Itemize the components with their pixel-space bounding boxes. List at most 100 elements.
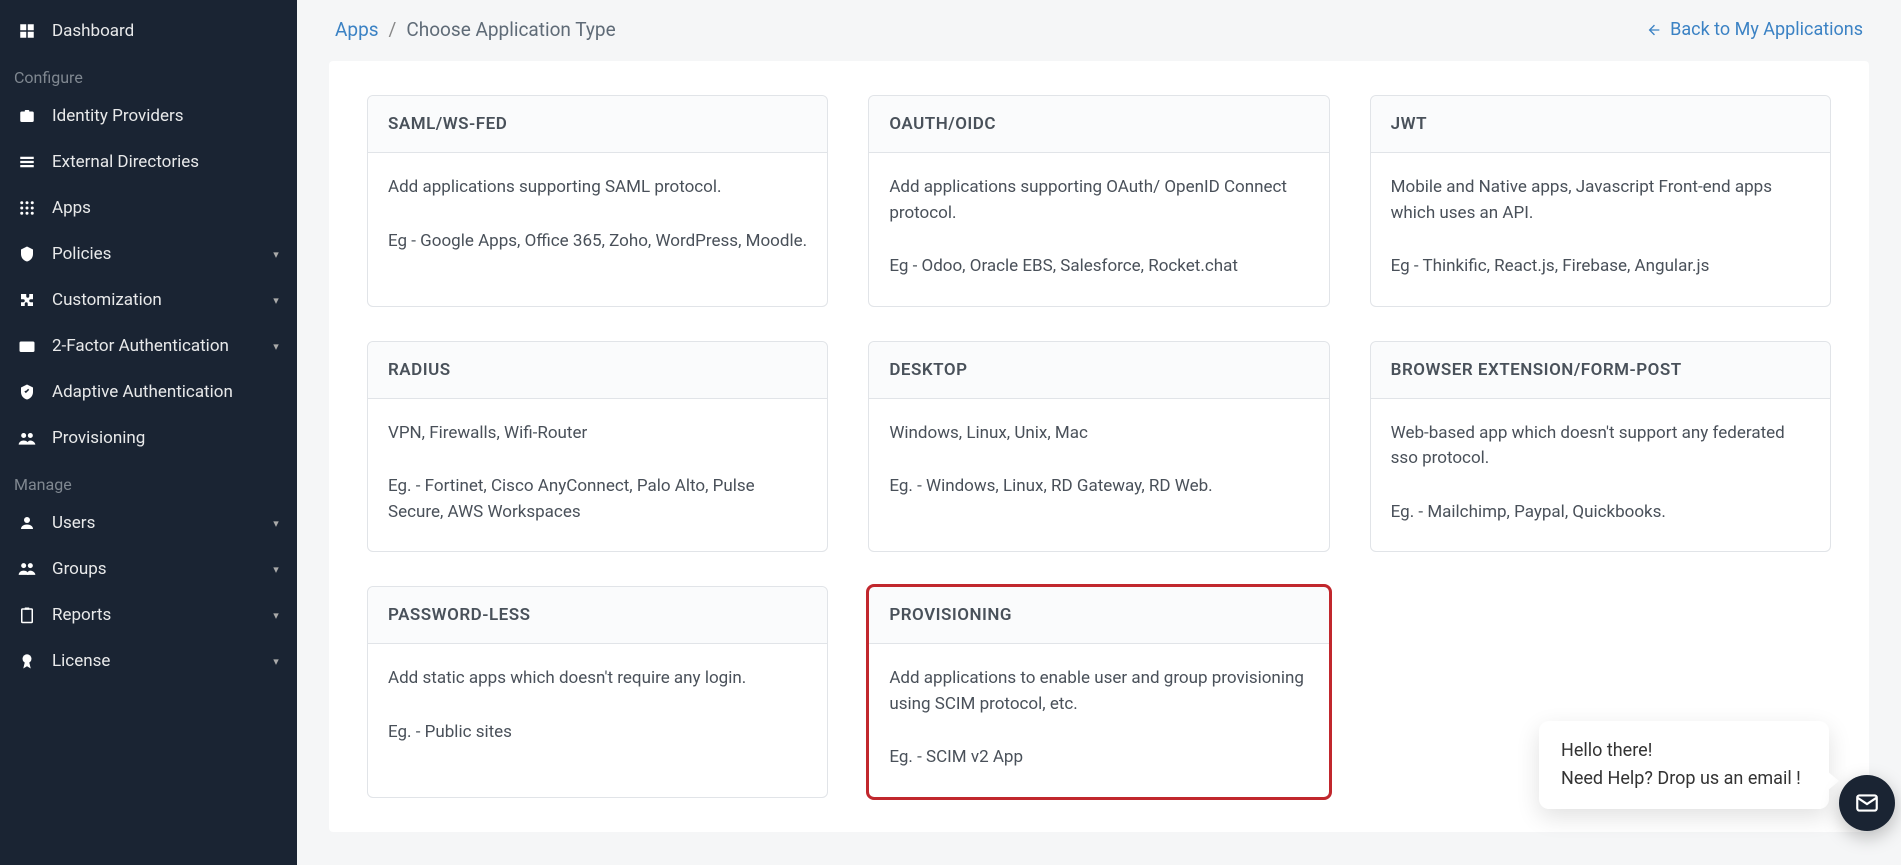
sidebar-item-label: Adaptive Authentication [52,382,283,402]
list-icon [14,151,40,173]
topbar: Apps / Choose Application Type Back to M… [329,0,1869,61]
chat-line-2: Need Help? Drop us an email ! [1561,765,1807,793]
card-desc: VPN, Firewalls, Wifi-Router [388,421,807,447]
chevron-down-icon: ▾ [269,294,283,307]
dashboard-icon [14,20,40,42]
sidebar-item-label: Groups [52,559,269,579]
breadcrumb-separator: / [389,18,397,41]
sidebar-item-identity-providers[interactable]: Identity Providers [0,93,297,139]
sidebar-item-2fa[interactable]: 2-Factor Authentication ▾ [0,323,297,369]
sidebar-item-label: 2-Factor Authentication [52,336,269,356]
card-body: Web-based app which doesn't support any … [1371,399,1830,552]
card-body: Add static apps which doesn't require an… [368,644,827,771]
sidebar-item-label: External Directories [52,152,283,172]
sync-users-icon [14,427,40,449]
chat-button[interactable] [1839,775,1895,831]
sidebar-item-label: License [52,651,269,671]
chat-line-1: Hello there! [1561,737,1807,765]
badge-123-icon [14,335,40,357]
card-desc: Add static apps which doesn't require an… [388,666,807,692]
card-header: JWT [1371,96,1830,153]
sidebar-item-license[interactable]: License ▾ [0,638,297,684]
sidebar-item-label: Policies [52,244,269,264]
card-oauth-oidc[interactable]: OAUTH/OIDC Add applications supporting O… [868,95,1329,307]
chevron-down-icon: ▾ [269,609,283,622]
card-provisioning[interactable]: PROVISIONING Add applications to enable … [868,586,1329,798]
card-title: DESKTOP [889,360,1308,380]
shield-icon [14,243,40,265]
card-header: PROVISIONING [869,587,1328,644]
sidebar-item-adaptive-auth[interactable]: Adaptive Authentication [0,369,297,415]
card-header: SAML/WS-FED [368,96,827,153]
card-title: SAML/WS-FED [388,114,807,134]
sidebar-item-external-directories[interactable]: External Directories [0,139,297,185]
card-example: Eg. - Windows, Linux, RD Gateway, RD Web… [889,474,1308,500]
sidebar-item-groups[interactable]: Groups ▾ [0,546,297,592]
content-panel: SAML/WS-FED Add applications supporting … [329,61,1869,832]
sidebar-item-users[interactable]: Users ▾ [0,500,297,546]
card-title: OAUTH/OIDC [889,114,1308,134]
arrow-left-icon [1646,22,1662,38]
sidebar-item-label: Dashboard [52,21,283,41]
shield-check-icon [14,381,40,403]
card-jwt[interactable]: JWT Mobile and Native apps, Javascript F… [1370,95,1831,307]
mail-icon [1854,790,1880,816]
sidebar-item-provisioning[interactable]: Provisioning [0,415,297,461]
card-title: PASSWORD-LESS [388,605,807,625]
sidebar-section-configure: Configure [0,54,297,93]
app-type-cards: SAML/WS-FED Add applications supporting … [367,95,1831,798]
card-body: Windows, Linux, Unix, Mac Eg. - Windows,… [869,399,1328,526]
apps-grid-icon [14,197,40,219]
puzzle-icon [14,289,40,311]
clipboard-icon [14,604,40,626]
card-example: Eg - Thinkific, React.js, Firebase, Angu… [1391,254,1810,280]
chat-tooltip: Hello there! Need Help? Drop us an email… [1539,721,1829,809]
card-radius[interactable]: RADIUS VPN, Firewalls, Wifi-Router Eg. -… [367,341,828,553]
award-icon [14,650,40,672]
sidebar-item-reports[interactable]: Reports ▾ [0,592,297,638]
card-desc: Mobile and Native apps, Javascript Front… [1391,175,1810,226]
chevron-down-icon: ▾ [269,340,283,353]
sidebar-item-dashboard[interactable]: Dashboard [0,8,297,54]
chevron-down-icon: ▾ [269,248,283,261]
card-header: RADIUS [368,342,827,399]
card-body: Add applications to enable user and grou… [869,644,1328,797]
card-example: Eg. - Fortinet, Cisco AnyConnect, Palo A… [388,474,807,525]
card-desc: Add applications to enable user and grou… [889,666,1308,717]
chevron-down-icon: ▾ [269,517,283,530]
card-desc: Add applications supporting SAML protoco… [388,175,807,201]
sidebar-item-label: Users [52,513,269,533]
card-title: JWT [1391,114,1810,134]
card-title: RADIUS [388,360,807,380]
breadcrumb-current: Choose Application Type [406,18,615,41]
card-header: PASSWORD-LESS [368,587,827,644]
breadcrumb-apps-link[interactable]: Apps [335,18,379,41]
card-example: Eg. - SCIM v2 App [889,745,1308,771]
user-icon [14,512,40,534]
card-title: PROVISIONING [889,605,1308,625]
sidebar-item-label: Provisioning [52,428,283,448]
breadcrumb: Apps / Choose Application Type [335,18,616,41]
card-example: Eg. - Mailchimp, Paypal, Quickbooks. [1391,500,1810,526]
card-desc: Web-based app which doesn't support any … [1391,421,1810,472]
sidebar-item-label: Apps [52,198,283,218]
card-example: Eg - Odoo, Oracle EBS, Salesforce, Rocke… [889,254,1308,280]
card-header: OAUTH/OIDC [869,96,1328,153]
sidebar-item-label: Reports [52,605,269,625]
card-passwordless[interactable]: PASSWORD-LESS Add static apps which does… [367,586,828,798]
back-to-applications-link[interactable]: Back to My Applications [1646,19,1863,40]
sidebar-item-label: Identity Providers [52,106,283,126]
card-browser-extension[interactable]: BROWSER EXTENSION/FORM-POST Web-based ap… [1370,341,1831,553]
card-saml-wsfed[interactable]: SAML/WS-FED Add applications supporting … [367,95,828,307]
sidebar-item-customization[interactable]: Customization ▾ [0,277,297,323]
sidebar-item-apps[interactable]: Apps [0,185,297,231]
card-body: Mobile and Native apps, Javascript Front… [1371,153,1830,306]
card-desktop[interactable]: DESKTOP Windows, Linux, Unix, Mac Eg. - … [868,341,1329,553]
card-body: Add applications supporting OAuth/ OpenI… [869,153,1328,306]
card-body: VPN, Firewalls, Wifi-Router Eg. - Fortin… [368,399,827,552]
card-desc: Add applications supporting OAuth/ OpenI… [889,175,1308,226]
card-header: DESKTOP [869,342,1328,399]
card-title: BROWSER EXTENSION/FORM-POST [1391,360,1810,380]
card-header: BROWSER EXTENSION/FORM-POST [1371,342,1830,399]
sidebar-item-policies[interactable]: Policies ▾ [0,231,297,277]
